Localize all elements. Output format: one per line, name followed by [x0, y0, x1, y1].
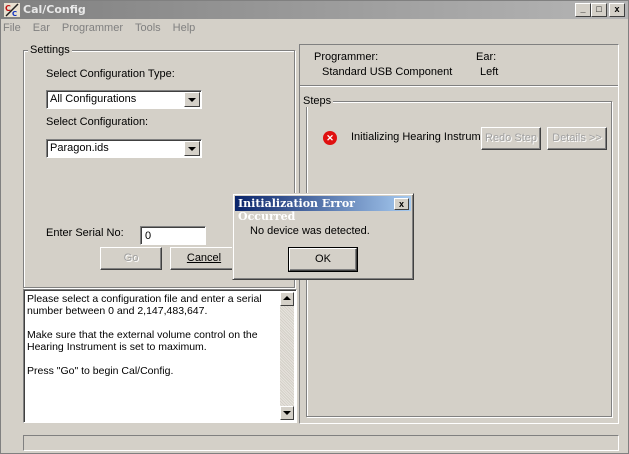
ear-label: Ear:: [476, 51, 497, 63]
step-text: Initializing Hearing Instrument: [351, 131, 496, 143]
go-button[interactable]: Go: [100, 247, 162, 270]
steps-legend: Steps: [301, 95, 334, 107]
menu-bar: File Ear Programmer Tools Help: [1, 20, 628, 36]
window-title: Cal/Config: [23, 3, 86, 16]
instruction-line: Make sure that the external volume contr…: [27, 329, 258, 353]
dialog-title: Initialization Error Occurred: [238, 197, 355, 223]
error-icon: ✕: [323, 131, 337, 145]
calconfig-app-icon: C C: [4, 3, 20, 17]
scroll-up-icon[interactable]: [280, 292, 294, 306]
cancel-button[interactable]: Cancel: [170, 247, 238, 270]
serial-label: Enter Serial No:: [46, 227, 124, 239]
close-button[interactable]: x: [609, 3, 625, 17]
chevron-down-icon[interactable]: [184, 141, 200, 156]
instructions-text: Please select a configuration file and e…: [27, 293, 276, 389]
settings-legend: Settings: [28, 44, 72, 56]
instruction-line: Press "Go" to begin Cal/Config.: [27, 365, 174, 377]
menu-tools[interactable]: Tools: [129, 20, 167, 36]
menu-ear[interactable]: Ear: [27, 20, 56, 36]
details-button[interactable]: Details >>: [547, 127, 607, 150]
chevron-down-icon[interactable]: [184, 92, 200, 107]
menu-programmer[interactable]: Programmer: [56, 20, 129, 36]
dialog-message: No device was detected.: [250, 225, 370, 237]
scroll-down-icon[interactable]: [280, 406, 294, 420]
panel-divider: [300, 85, 618, 87]
ok-button[interactable]: OK: [288, 247, 358, 272]
dialog-close-button[interactable]: x: [394, 198, 409, 210]
config-type-select[interactable]: All Configurations: [46, 90, 202, 109]
config-type-value: All Configurations: [50, 93, 137, 105]
menu-file[interactable]: File: [1, 20, 27, 36]
config-label: Select Configuration:: [46, 116, 149, 128]
serial-value: 0: [145, 230, 152, 242]
window-controls: _ □ x: [575, 3, 625, 17]
instructions-textbox[interactable]: Please select a configuration file and e…: [23, 289, 297, 423]
dialog-title-bar[interactable]: Initialization Error Occurred x: [235, 196, 411, 223]
redo-step-button[interactable]: Redo Step: [481, 127, 541, 150]
config-value: Paragon.ids: [50, 142, 109, 154]
config-type-label: Select Configuration Type:: [46, 68, 175, 80]
vertical-scrollbar[interactable]: [280, 292, 294, 420]
menu-help[interactable]: Help: [167, 20, 202, 36]
minimize-button[interactable]: _: [575, 3, 591, 17]
status-bar: [23, 435, 619, 451]
programmer-label: Programmer:: [314, 51, 379, 63]
config-select[interactable]: Paragon.ids: [46, 139, 202, 158]
ear-value: Left: [480, 66, 499, 78]
programmer-value: Standard USB Component: [322, 66, 453, 78]
error-dialog: Initialization Error Occurred x No devic…: [232, 193, 414, 280]
title-bar[interactable]: C C Cal/Config _ □ x: [1, 1, 628, 19]
serial-input[interactable]: 0: [140, 226, 206, 245]
svg-text:C: C: [12, 10, 17, 17]
maximize-button[interactable]: □: [591, 3, 607, 17]
instruction-line: Please select a configuration file and e…: [27, 293, 262, 317]
